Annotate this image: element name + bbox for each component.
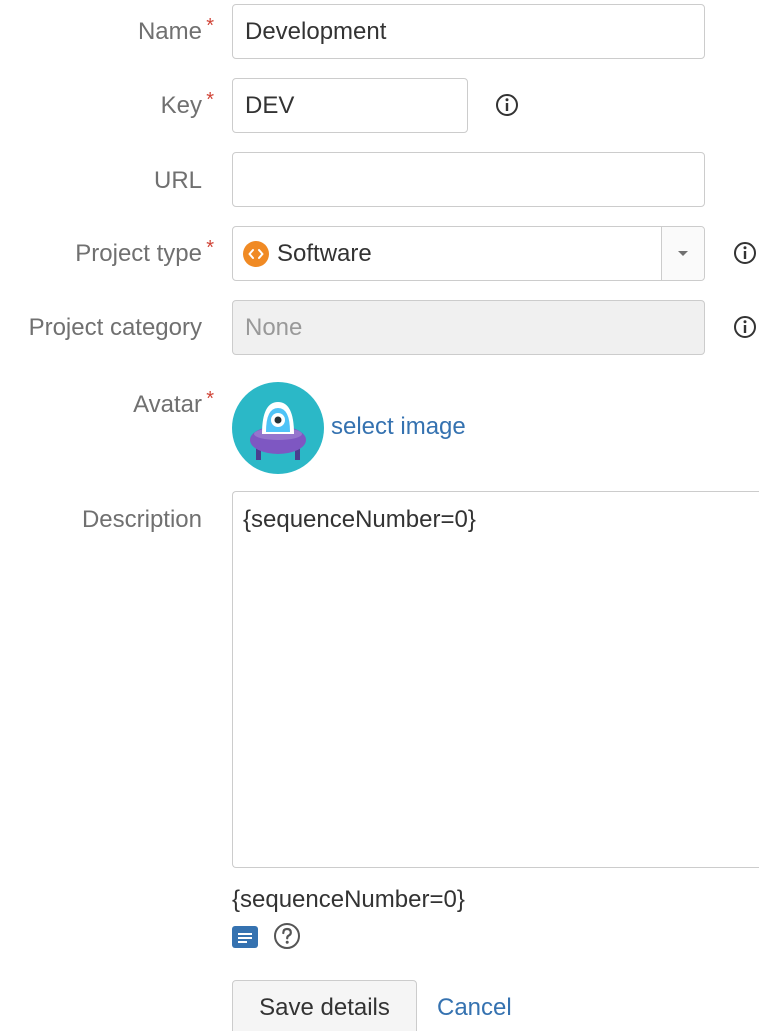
name-input[interactable]	[232, 4, 705, 59]
wiki-markup-icon[interactable]	[232, 926, 258, 948]
save-details-button[interactable]: Save details	[232, 980, 417, 1031]
project-type-selected-text: Software	[277, 239, 372, 267]
required-marker: *	[206, 237, 214, 259]
description-preview: {sequenceNumber=0}	[232, 886, 465, 913]
project-category-value: None	[245, 313, 303, 341]
project-type-label: Project type *	[75, 237, 214, 268]
project-category-info-icon[interactable]	[733, 315, 757, 339]
project-type-info-icon[interactable]	[733, 241, 757, 265]
key-info-icon[interactable]	[495, 93, 519, 117]
spaceship-avatar-icon[interactable]	[232, 382, 324, 474]
url-input[interactable]	[232, 152, 705, 207]
project-type-value: Software	[233, 227, 661, 280]
name-label: Name *	[138, 15, 214, 46]
project-category-select: None	[232, 300, 705, 355]
project-type-select[interactable]: Software	[232, 226, 705, 281]
dropdown-arrow-icon[interactable]	[661, 227, 704, 280]
url-label: URL	[153, 167, 202, 194]
key-label: Key *	[161, 89, 214, 120]
description-label: Description	[81, 506, 202, 533]
avatar-label: Avatar *	[133, 388, 214, 419]
required-marker: *	[206, 89, 214, 111]
key-input[interactable]	[232, 78, 468, 133]
description-textarea[interactable]: {sequenceNumber=0}	[232, 491, 759, 868]
software-code-icon	[243, 240, 269, 267]
project-details-form: Name* Key* URL Project type* Software	[0, 0, 759, 1031]
cancel-link[interactable]: Cancel	[437, 994, 512, 1022]
project-category-label: Project category	[28, 314, 202, 341]
required-marker: *	[206, 15, 214, 37]
help-question-icon[interactable]	[273, 922, 301, 950]
select-image-link[interactable]: select image	[331, 413, 466, 441]
required-marker: *	[206, 388, 214, 410]
